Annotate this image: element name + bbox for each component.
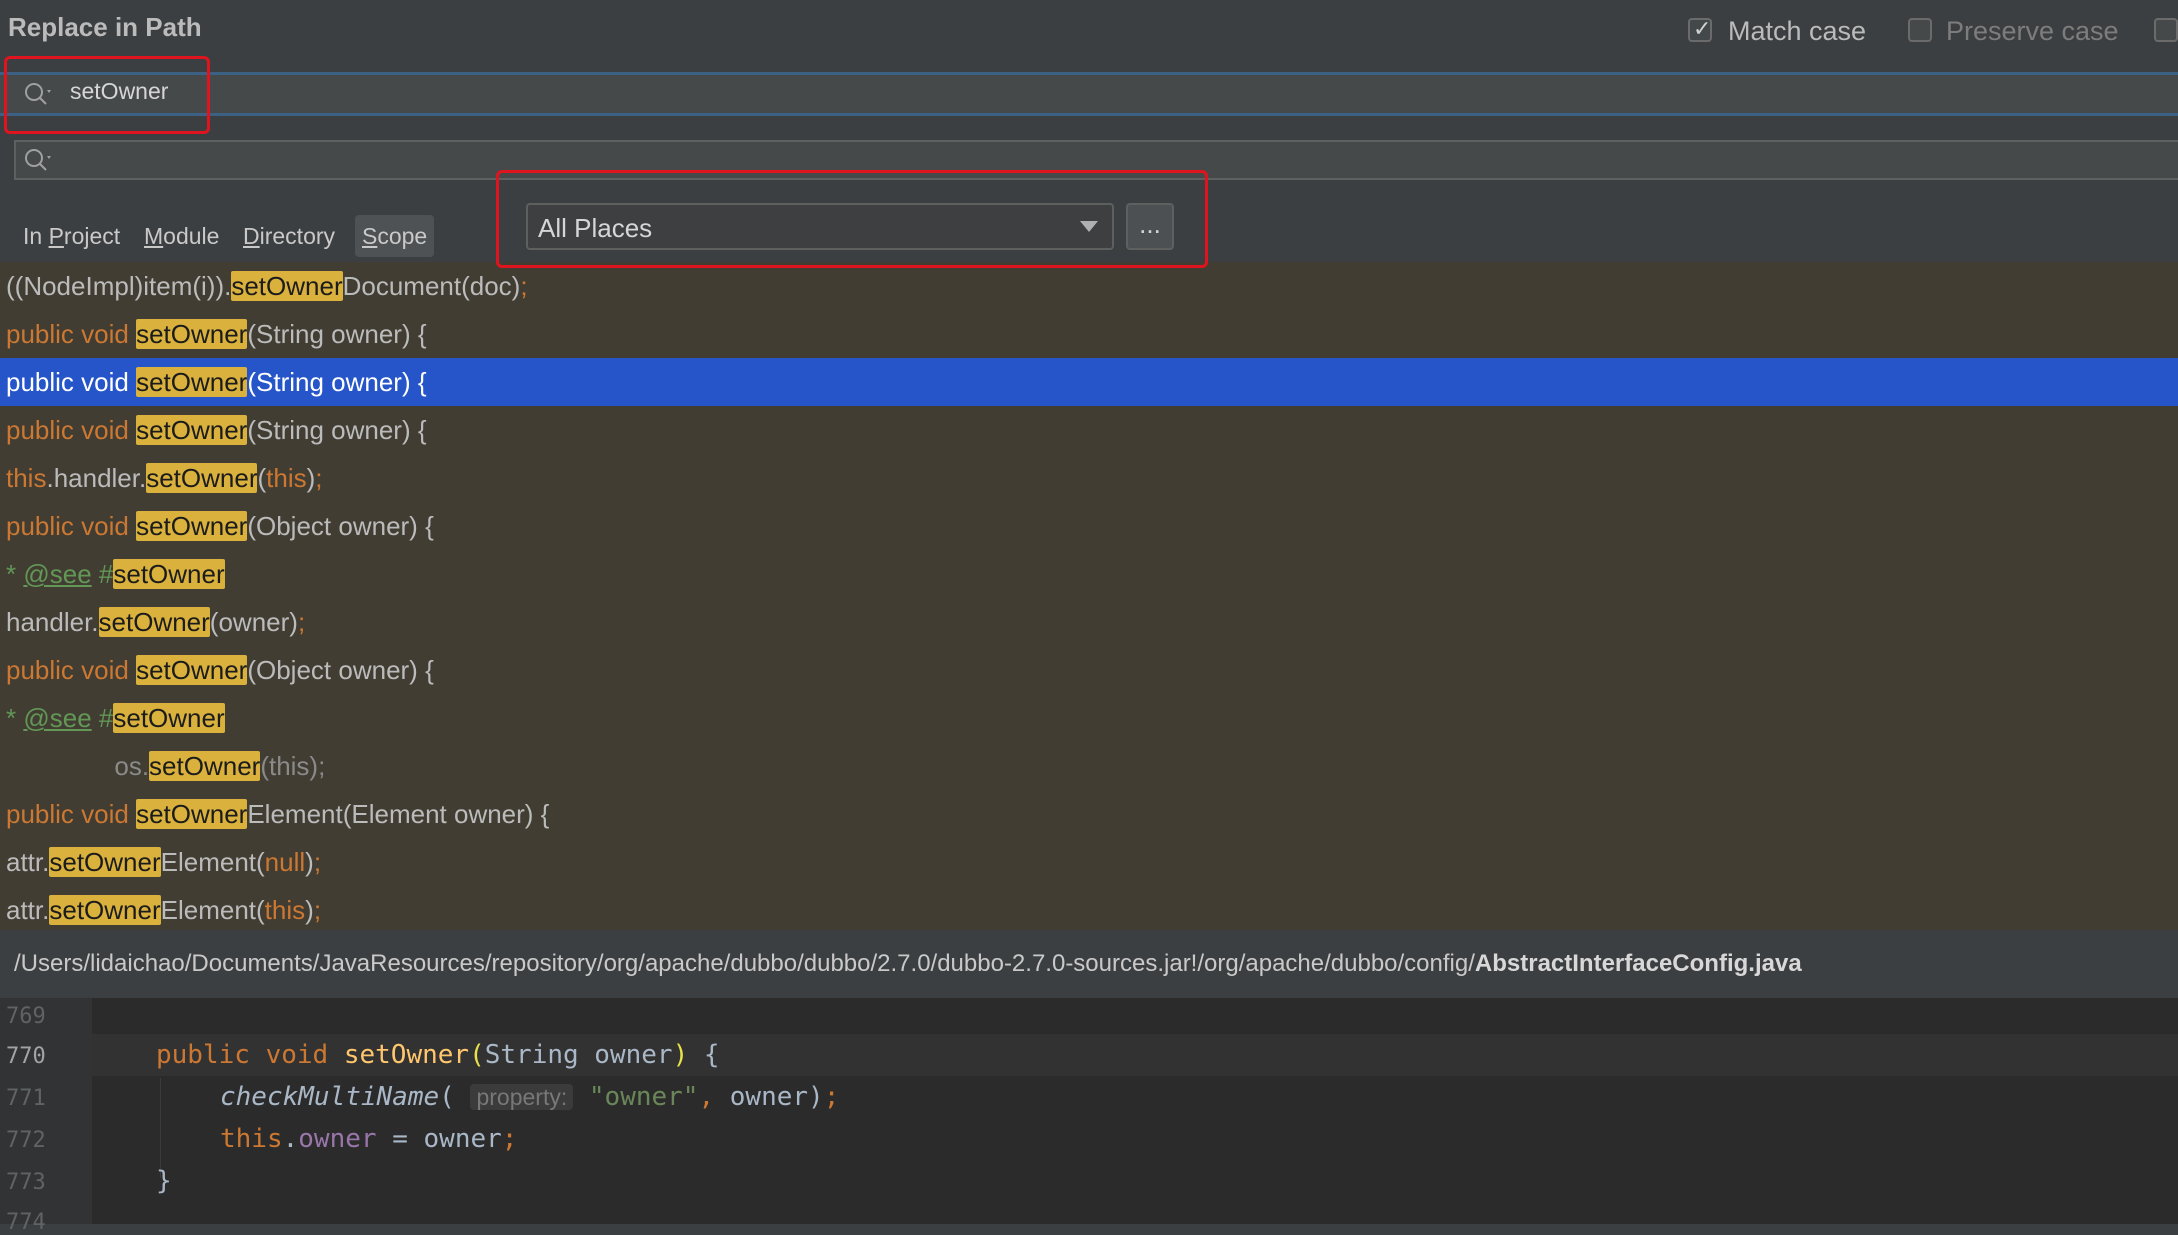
tab-directory[interactable]: Directory	[236, 215, 342, 257]
code-preview[interactable]: 769 770 771 772 773 774 public void setO…	[0, 998, 2178, 1235]
result-row[interactable]: public void setOwner(Object owner) {	[0, 646, 2178, 694]
result-row[interactable]: handler.setOwner(owner);	[0, 598, 2178, 646]
line-number: 772	[6, 1128, 46, 1153]
line-number-current: 770	[6, 1044, 46, 1069]
string-literal: "owner"	[588, 1082, 699, 1112]
search-input-value[interactable]: setOwner	[70, 78, 168, 105]
code-line-770: public void setOwner(String owner) {	[156, 1040, 720, 1070]
result-row[interactable]: os.setOwner(this);	[0, 742, 2178, 790]
result-row[interactable]: public void setOwner(String owner) {	[0, 310, 2178, 358]
search-icon[interactable]	[22, 80, 56, 108]
results-list: ((NodeImpl)item(i)).setOwnerDocument(doc…	[0, 262, 2178, 930]
chevron-down-icon	[1080, 221, 1098, 232]
file-path: /Users/lidaichao/Documents/JavaResources…	[14, 950, 1802, 978]
code-line-773: }	[156, 1166, 172, 1196]
file-path-dir: /Users/lidaichao/Documents/JavaResources…	[14, 950, 1475, 977]
search-input[interactable]	[0, 72, 2178, 116]
result-row[interactable]: public void setOwnerElement(Element owne…	[0, 790, 2178, 838]
file-path-name: AbstractInterfaceConfig.java	[1474, 950, 1802, 977]
code-line-772: this.owner = owner;	[220, 1124, 518, 1154]
result-row-selected[interactable]: public void setOwner(String owner) {	[0, 358, 2178, 406]
tab-scope[interactable]: Scope	[355, 215, 435, 257]
result-row[interactable]: ((NodeImpl)item(i)).setOwnerDocument(doc…	[0, 262, 2178, 310]
line-number: 774	[6, 1210, 46, 1235]
tab-in-project[interactable]: In Project	[16, 215, 127, 257]
line-number: 771	[6, 1086, 46, 1111]
match-case-label[interactable]: Match case	[1728, 16, 1866, 47]
result-row[interactable]: this.handler.setOwner(this);	[0, 454, 2178, 502]
tab-module[interactable]: Module	[137, 215, 226, 257]
replace-input[interactable]	[14, 140, 2178, 180]
result-row[interactable]: public void setOwner(String owner) {	[0, 406, 2178, 454]
match-case-checkbox[interactable]	[1688, 17, 1712, 42]
line-number: 769	[6, 1004, 46, 1029]
result-row[interactable]: attr.setOwnerElement(this);	[0, 886, 2178, 934]
extra-option-checkbox[interactable]	[2154, 18, 2178, 42]
preserve-case-checkbox[interactable]	[1908, 18, 1932, 42]
result-row[interactable]: * @see #setOwner	[0, 694, 2178, 742]
scope-select[interactable]: All Places	[526, 203, 1114, 250]
result-row[interactable]: * @see #setOwner	[0, 550, 2178, 598]
indent-guide	[160, 1078, 161, 1178]
file-path-bar: /Users/lidaichao/Documents/JavaResources…	[0, 930, 2178, 998]
scope-select-value: All Places	[538, 213, 653, 243]
dialog-title: Replace in Path	[8, 12, 202, 42]
search-icon[interactable]	[22, 146, 56, 174]
code-line-771: checkMultiName( property: "owner", owner…	[220, 1082, 840, 1112]
result-row[interactable]: attr.setOwnerElement(null);	[0, 838, 2178, 886]
preserve-case-label[interactable]: Preserve case	[1946, 16, 2119, 47]
line-number: 773	[6, 1170, 46, 1195]
scope-more-button[interactable]: ...	[1126, 203, 1174, 250]
result-row[interactable]: public void setOwner(Object owner) {	[0, 502, 2178, 550]
param-hint: property:	[470, 1084, 574, 1110]
